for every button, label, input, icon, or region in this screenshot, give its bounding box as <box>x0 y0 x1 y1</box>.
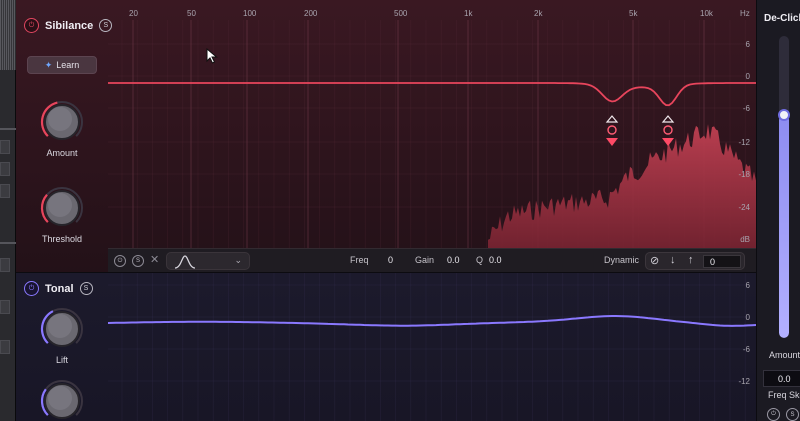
dynamic-value-field[interactable]: 0 <box>703 255 741 268</box>
freq-tick-label: 5k <box>629 9 638 18</box>
gain-param-label: Gain <box>415 255 435 265</box>
track-block <box>0 258 10 272</box>
tonal-header: ⏻ Tonal S <box>24 281 93 296</box>
q-param-value[interactable]: 0.0 <box>489 255 502 265</box>
learn-label: Learn <box>56 60 80 70</box>
lift-knob-dial <box>40 308 83 347</box>
de-click-solo-icon[interactable]: S <box>786 408 799 421</box>
freq-tick-label: 20 <box>129 9 138 18</box>
amount-knob[interactable] <box>40 100 84 144</box>
gain-param-value[interactable]: 0.0 <box>447 255 460 265</box>
threshold-knob-dial <box>40 187 83 226</box>
bell-shape-icon <box>174 255 196 269</box>
track-block <box>0 162 10 176</box>
freq-skew-label: Freq Skew <box>768 390 800 400</box>
db-tick-label: -24 <box>738 203 750 212</box>
freq-tick-label: 1k <box>464 9 473 18</box>
de-click-panel: De-Click Amount 0.0 Freq Skew ⏻ S <box>756 0 800 421</box>
de-click-value-field[interactable]: 0.0 <box>763 370 800 387</box>
freq-tick-label: 50 <box>187 9 196 18</box>
tonal-title: Tonal <box>45 282 74 295</box>
sibilance-eq-display[interactable]: 20 50 100 200 500 1k 2k 5k 10k Hz 6 0 -6… <box>108 0 756 248</box>
band-solo-icon[interactable]: S <box>132 255 144 267</box>
threshold-knob[interactable] <box>40 186 84 230</box>
waveform-clip <box>0 0 16 70</box>
track-block <box>0 300 10 314</box>
sibilance-eq-curve <box>108 82 756 107</box>
de-click-icon-row: ⏻ S <box>767 408 799 421</box>
arrow-down-icon[interactable]: ↓ <box>670 254 676 266</box>
wand-icon: ✦ <box>44 59 53 70</box>
band-node-2[interactable] <box>661 115 675 146</box>
db-unit-label: dB <box>740 235 750 244</box>
amount-knob-group: Amount <box>32 100 92 158</box>
db-tick-label: -18 <box>738 170 750 179</box>
freq-tick-label: 2k <box>534 9 543 18</box>
sibilance-module: ⏻ Sibilance S ✦ Learn Amount Threshold 2… <box>16 0 756 272</box>
de-click-power-icon[interactable]: ⏻ <box>767 408 780 421</box>
q-param-label: Q <box>476 255 484 265</box>
tonal-graph-svg <box>108 273 756 421</box>
freq-tick-label: 500 <box>394 9 408 18</box>
tonal-second-knob-dial <box>40 380 83 419</box>
track-divider <box>0 242 16 244</box>
sibilance-power-icon[interactable]: ⏻ <box>24 18 39 33</box>
de-click-amount-label: Amount <box>769 350 800 360</box>
de-click-title: De-Click <box>764 13 800 24</box>
band-delete-icon[interactable]: ✕ <box>150 253 159 266</box>
lift-knob-label: Lift <box>55 355 68 365</box>
dynamic-label: Dynamic <box>604 255 640 265</box>
tonal-eq-curve <box>108 315 756 327</box>
db-tick-label: 0 <box>745 72 750 81</box>
learn-button[interactable]: ✦ Learn <box>27 56 97 74</box>
freq-tick-label: 100 <box>243 9 257 18</box>
freq-unit-label: Hz <box>740 9 750 18</box>
sibilance-spectrum <box>488 124 756 248</box>
track-block <box>0 184 10 198</box>
amount-slider-fill <box>779 115 789 338</box>
amount-knob-dial <box>40 101 83 140</box>
band-shape-dropdown[interactable]: ⌄ <box>166 252 250 270</box>
threshold-knob-group: Threshold <box>32 186 92 244</box>
band-node-1[interactable] <box>605 115 619 146</box>
db-tick-label: -6 <box>742 104 750 113</box>
amount-slider-track[interactable] <box>779 36 789 338</box>
tonal-power-icon[interactable]: ⏻ <box>24 281 39 296</box>
chevron-down-icon: ⌄ <box>234 255 242 265</box>
track-divider <box>0 128 16 130</box>
db-tick-label: 6 <box>745 281 750 290</box>
db-tick-label: -12 <box>738 377 750 386</box>
freq-tick-label: 200 <box>304 9 318 18</box>
arrow-up-icon[interactable]: ↑ <box>688 254 694 266</box>
lift-knob-group: Lift <box>32 307 92 365</box>
bypass-icon[interactable]: ⊘ <box>650 254 659 267</box>
band-control-bar: ⏻ S ✕ ⌄ Freq 0 Gain 0.0 Q 0.0 Dynamic ⊘ … <box>108 248 756 272</box>
track-block <box>0 140 10 154</box>
amount-knob-label: Amount <box>46 148 78 158</box>
threshold-knob-label: Threshold <box>41 234 83 244</box>
db-tick-label: -12 <box>738 138 750 147</box>
sibilance-graph-svg <box>108 20 756 248</box>
tonal-second-knob[interactable] <box>40 379 84 421</box>
db-tick-label: 0 <box>745 313 750 322</box>
tonal-solo-icon[interactable]: S <box>79 282 93 295</box>
db-tick-label: 6 <box>745 40 750 49</box>
track-block <box>0 340 10 354</box>
dynamic-controls: ⊘ ↓ ↑ 0 <box>645 252 745 270</box>
mouse-cursor-icon <box>206 48 218 64</box>
daw-track-strip <box>0 0 16 421</box>
db-tick-label: -6 <box>742 345 750 354</box>
tonal-module: ⏻ Tonal S Lift 6 0 -6 -12 <box>16 273 756 421</box>
amount-slider-thumb[interactable] <box>778 109 790 121</box>
sibilance-header: ⏻ Sibilance S <box>24 18 113 33</box>
freq-param-label: Freq <box>350 255 369 265</box>
freq-tick-label: 10k <box>700 9 713 18</box>
band-power-icon[interactable]: ⏻ <box>114 255 126 267</box>
tonal-grid <box>108 273 748 421</box>
lift-knob[interactable] <box>40 307 84 351</box>
tonal-eq-display[interactable]: 6 0 -6 -12 <box>108 273 756 421</box>
freq-param-value[interactable]: 0 <box>388 255 393 265</box>
sibilance-title: Sibilance <box>45 19 94 32</box>
tonal-second-knob-group <box>32 379 92 421</box>
